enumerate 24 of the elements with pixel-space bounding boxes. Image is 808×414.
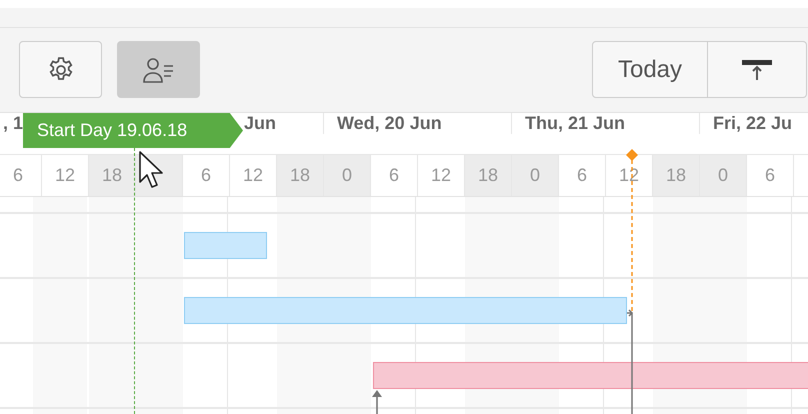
hour-cell: 6 xyxy=(0,155,42,196)
hour-cell: 18 xyxy=(465,155,512,196)
hour-cell: 6 xyxy=(559,155,606,196)
hour-cell: 0 xyxy=(512,155,559,196)
hour-cell: 18 xyxy=(653,155,700,196)
day-label: , 1 xyxy=(3,113,24,134)
hour-cell: 18 xyxy=(89,155,136,196)
day-label: Thu, 21 Jun xyxy=(525,113,626,134)
hour-cell: 18 xyxy=(277,155,324,196)
day-label: Fri, 22 Ju xyxy=(713,113,792,134)
day-label: Wed, 20 Jun xyxy=(337,113,442,134)
dependency-arrow xyxy=(371,389,383,414)
hour-cell: 6 xyxy=(183,155,230,196)
resources-button[interactable] xyxy=(117,41,200,98)
hour-cell: 6 xyxy=(747,155,794,196)
hour-cell: 0 xyxy=(700,155,747,196)
today-button[interactable]: Today xyxy=(592,41,708,98)
start-day-tooltip: Start Day 19.06.18 xyxy=(23,113,243,148)
hour-cell: 0 xyxy=(324,155,371,196)
scroll-to-top-button[interactable] xyxy=(708,41,807,98)
hour-cell: 6 xyxy=(371,155,418,196)
settings-button[interactable] xyxy=(19,41,102,98)
scroll-to-top-icon xyxy=(741,58,773,82)
day-label: Jun xyxy=(244,113,276,134)
